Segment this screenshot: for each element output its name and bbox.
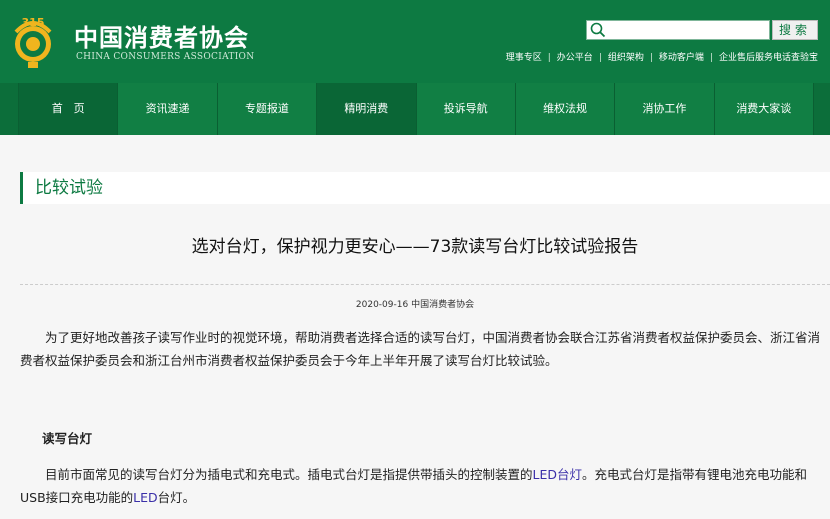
toplink-org[interactable]: 组织架构 — [608, 53, 644, 63]
led-lamp-link[interactable]: LED台灯 — [533, 467, 583, 482]
divider — [20, 284, 830, 285]
separator: | — [547, 53, 551, 63]
search-input[interactable] — [609, 21, 767, 39]
article-title: 选对台灯，保护视力更安心——73款读写台灯比较试验报告 — [191, 237, 639, 257]
cca-logo-icon[interactable]: 315 — [10, 12, 56, 70]
section-title: 比较试验 — [20, 172, 103, 204]
toplink-office[interactable]: 办公平台 — [557, 53, 593, 63]
article-paragraph: 为了更好地改善孩子读写作业时的视觉环境，帮助消费者选择合适的读写台灯，中国消费者… — [20, 330, 821, 368]
top-links: 理事专区 | 办公平台 | 组织架构 | 移动客户端 | 企业售后服务电话查验宝 — [506, 50, 818, 63]
search-box — [586, 20, 770, 40]
nav-complaint[interactable]: 投诉导航 — [417, 83, 516, 135]
article-meta: 2020-09-16 中国消费者协会 — [355, 300, 475, 310]
nav-smart-consumption[interactable]: 精明消费 — [317, 83, 417, 135]
article-paragraph: 目前市面常见的读写台灯分为插电式和充电式。插电式台灯是指提供带插头的控制装置的L… — [20, 463, 820, 509]
separator: | — [598, 53, 602, 63]
nav-laws[interactable]: 维权法规 — [516, 83, 616, 135]
logo-label: 315 — [22, 16, 45, 29]
nav-news[interactable]: 资讯速递 — [118, 83, 218, 135]
nav-special[interactable]: 专题报道 — [218, 83, 318, 135]
toplink-mobile[interactable]: 移动客户端 — [659, 53, 704, 63]
main-nav: 首 页 资讯速递 专题报道 精明消费 投诉导航 维权法规 消协工作 消费大家谈 — [0, 83, 830, 135]
brand-name-en: CHINA CONSUMERS ASSOCIATION — [76, 52, 255, 62]
nav-forum[interactable]: 消费大家谈 — [715, 83, 814, 135]
brand-name-cn[interactable]: 中国消费者协会 — [74, 18, 249, 53]
separator: | — [649, 53, 653, 63]
nav-work[interactable]: 消协工作 — [615, 83, 715, 135]
toplink-council[interactable]: 理事专区 — [506, 53, 542, 63]
article-subheading: 读写台灯 — [42, 431, 93, 446]
nav-home[interactable]: 首 页 — [19, 83, 119, 135]
toplink-service-check[interactable]: 企业售后服务电话查验宝 — [719, 53, 818, 63]
paragraph-text: 目前市面常见的读写台灯分为插电式和充电式。插电式台灯是指提供带插头的控制装置的 — [45, 467, 533, 482]
search-button[interactable]: 搜索 — [772, 20, 818, 40]
led-link[interactable]: LED — [133, 490, 158, 505]
section-title-bar — [20, 172, 830, 204]
paragraph-text: 台灯。 — [157, 490, 196, 505]
search-icon — [590, 22, 606, 38]
site-header: 315 中国消费者协会 CHINA CONSUMERS ASSOCIATION … — [0, 0, 830, 83]
separator: | — [709, 53, 713, 63]
